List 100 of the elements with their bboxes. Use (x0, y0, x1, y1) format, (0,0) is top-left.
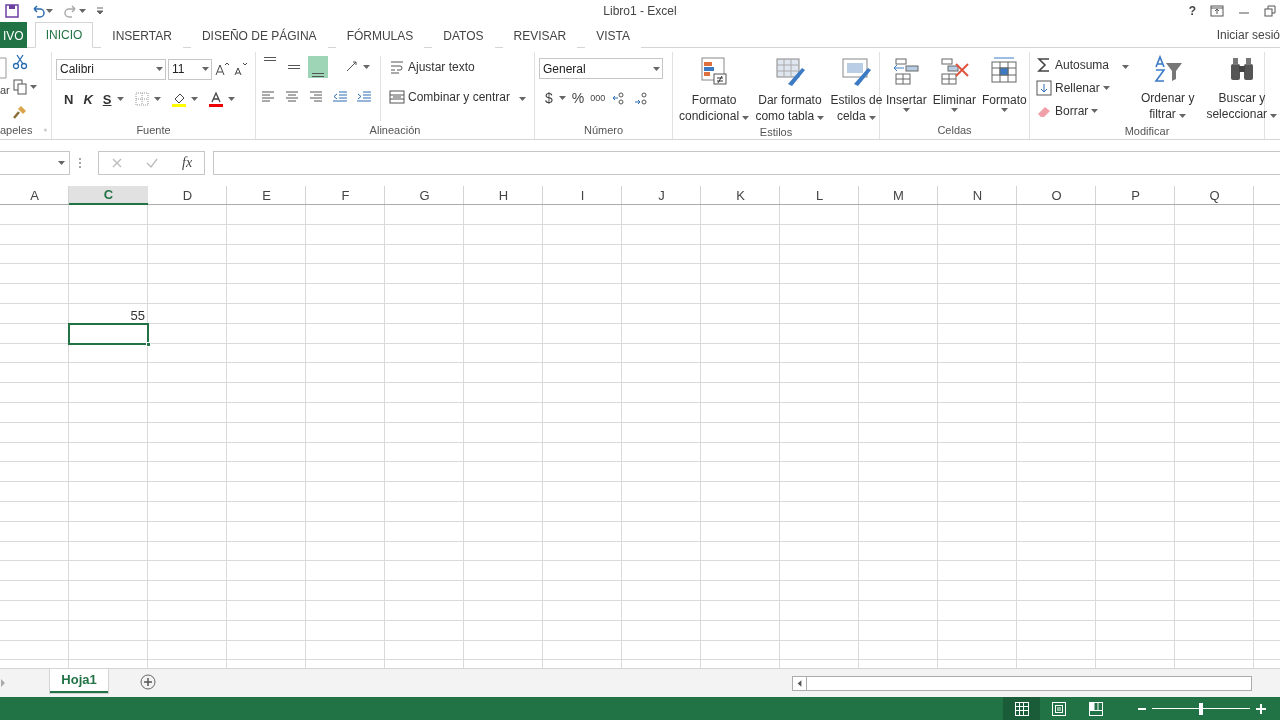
delete-cells-icon (938, 56, 971, 88)
fill-handle[interactable] (146, 341, 151, 347)
caret-icon (742, 116, 750, 120)
restore-icon[interactable] (1264, 5, 1276, 17)
sigma-icon (1036, 57, 1052, 73)
thousands-button[interactable]: 000 (590, 93, 606, 103)
fill-color-icon[interactable] (171, 91, 188, 107)
column-header[interactable]: M (859, 186, 938, 204)
font-color-icon[interactable] (208, 91, 225, 107)
column-header[interactable]: G (385, 186, 464, 204)
decrease-decimal-icon[interactable] (633, 90, 650, 106)
underline-button[interactable]: S (102, 91, 112, 107)
caret-icon (950, 108, 958, 112)
column-header[interactable]: F (306, 186, 385, 204)
merge-center-button[interactable]: Combinar y centrar (387, 86, 529, 108)
undo-icon[interactable] (30, 3, 46, 19)
column-header[interactable]: D (148, 186, 227, 204)
ribbon-tab[interactable]: INICIO (34, 22, 94, 48)
format-painter-icon[interactable] (11, 104, 28, 120)
italic-button[interactable]: K (83, 91, 93, 107)
shrink-font-icon[interactable] (232, 61, 248, 77)
sort-filter-button[interactable]: Ordenar y filtrar (1141, 90, 1195, 122)
sheet-tab[interactable]: Hoja1 (50, 668, 108, 693)
column-header[interactable]: K (701, 186, 780, 204)
align-lines-icon (311, 73, 325, 77)
customize-icon[interactable] (96, 7, 104, 15)
group-label: Celdas (937, 124, 972, 136)
column-header[interactable]: E (227, 186, 306, 204)
group-label: Fuente (136, 124, 171, 136)
autosum-button[interactable]: Autosuma (1034, 54, 1132, 76)
column-header[interactable]: J (622, 186, 701, 204)
wrap-text-icon (389, 59, 405, 75)
normal-view-icon (1013, 700, 1030, 717)
column-header[interactable]: Q (1175, 186, 1254, 204)
column-header[interactable]: O (1017, 186, 1096, 204)
column-header[interactable]: I (543, 186, 622, 204)
horizontal-scrollbar[interactable] (792, 675, 1252, 691)
clear-button[interactable]: Borrar (1034, 100, 1132, 122)
column-header[interactable]: N (938, 186, 1017, 204)
formula-input[interactable] (213, 151, 1280, 175)
cells-button[interactable]: Eliminar (932, 92, 977, 108)
cells-button[interactable]: Formato (982, 92, 1027, 108)
caret-icon (653, 66, 660, 71)
page-break-icon (1087, 700, 1104, 717)
ribbon-display-icon[interactable] (1210, 5, 1224, 17)
cells-button[interactable]: Insertar (886, 92, 927, 108)
sign-in-link[interactable]: Iniciar sesió (1216, 27, 1280, 42)
copy-icon[interactable] (11, 79, 28, 95)
caret-icon (191, 97, 199, 101)
grow-font-icon[interactable] (214, 61, 230, 77)
table-brush-icon (773, 56, 806, 88)
caret-icon (519, 97, 527, 101)
caret-icon (817, 116, 825, 120)
number-format-field[interactable]: General (539, 58, 663, 79)
file-tab[interactable]: IVO (0, 22, 27, 48)
font-name-field[interactable]: Calibri (56, 58, 166, 80)
scissors-icon[interactable] (11, 54, 28, 70)
page-layout-icon (1050, 700, 1067, 717)
save-icon[interactable] (4, 3, 20, 19)
style-button[interactable]: Formato condicional (679, 92, 750, 124)
font-size-field[interactable]: 11 (168, 58, 212, 80)
paste-label[interactable]: ar (0, 84, 10, 96)
caret-icon (154, 97, 162, 101)
group-label: Estilos (759, 125, 793, 138)
column-header[interactable]: H (464, 186, 543, 204)
insert-function-button[interactable]: fx (182, 155, 193, 171)
caret-icon (228, 97, 236, 101)
column-header[interactable]: P (1096, 186, 1175, 204)
add-sheet-icon[interactable] (140, 673, 156, 690)
help-button[interactable]: ? (1188, 4, 1196, 18)
zoom-thumb[interactable] (1199, 702, 1203, 715)
column-header[interactable]: L (780, 186, 859, 204)
caret-icon (1179, 114, 1187, 118)
active-cell[interactable] (69, 323, 148, 344)
percent-button[interactable]: % (571, 90, 585, 106)
group-label: Alineación (369, 124, 421, 136)
fill-button[interactable]: Rellenar (1034, 77, 1132, 99)
fill-down-icon (1036, 80, 1052, 96)
wrap-text-button[interactable]: Ajustar texto (387, 56, 529, 78)
column-header[interactable]: C (69, 186, 148, 205)
style-button[interactable]: Dar formato como tabla (755, 92, 825, 124)
style-button[interactable]: Estilos de celda (830, 92, 883, 124)
column-header[interactable]: A (0, 186, 69, 204)
caret-icon (79, 9, 86, 13)
find-select-button[interactable]: Buscar y seleccionar (1206, 90, 1278, 122)
group-label: Modificar (1124, 124, 1170, 137)
bold-button[interactable]: N (64, 91, 74, 107)
drag-handle-icon[interactable] (78, 157, 82, 169)
caret-icon (363, 65, 370, 69)
caret-icon (117, 97, 125, 101)
caret-icon (902, 108, 910, 112)
view-button[interactable] (1003, 697, 1040, 720)
group-label: apeles (0, 124, 33, 136)
bottom-align-button[interactable] (308, 56, 328, 78)
group-label: Número (583, 124, 624, 136)
caret-icon (156, 67, 163, 71)
currency-button[interactable]: $ (545, 90, 553, 106)
caret-icon (868, 116, 876, 120)
align-lines-icon (263, 57, 277, 61)
zoom-in-icon[interactable] (1256, 703, 1266, 714)
